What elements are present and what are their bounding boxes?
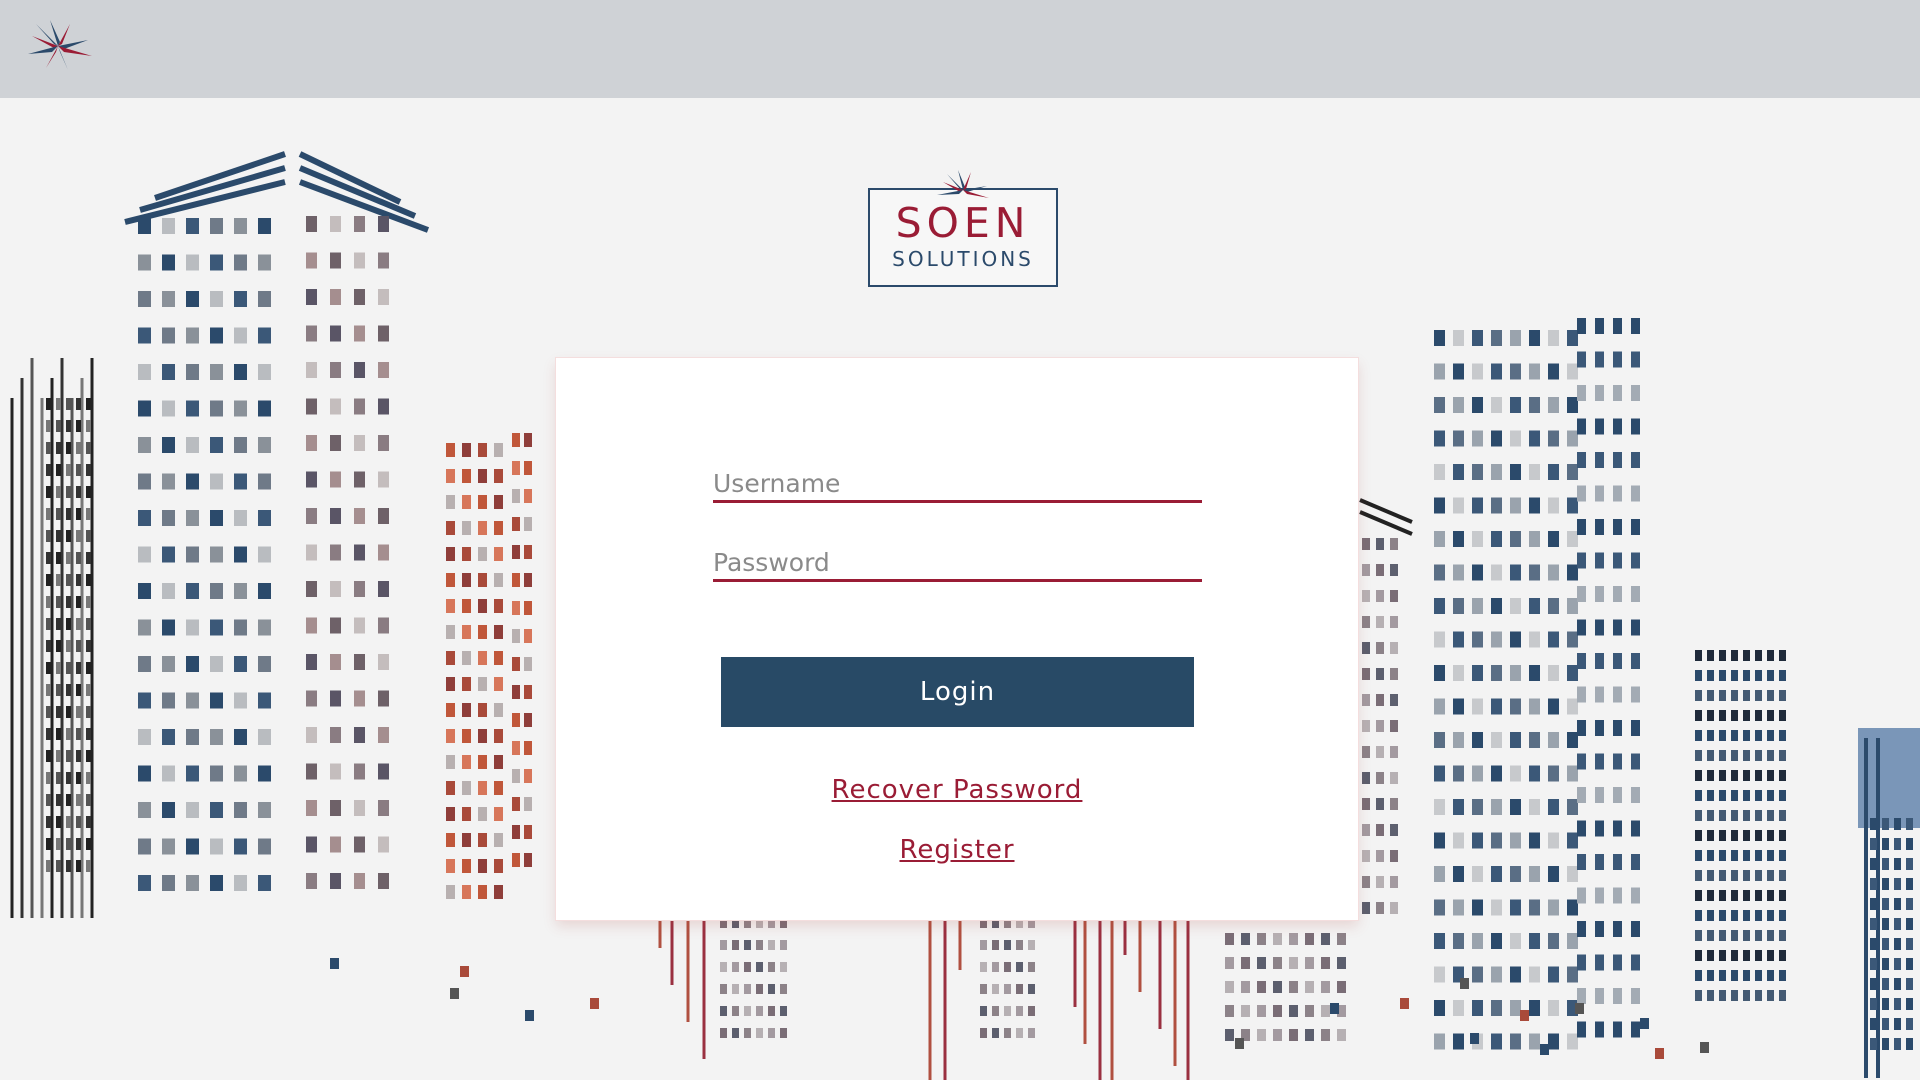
password-field xyxy=(713,536,1202,582)
register-link[interactable]: Register xyxy=(556,835,1358,865)
soen-burst-logo-icon[interactable] xyxy=(22,16,98,74)
top-bar xyxy=(0,0,1920,98)
brand-subtitle: SOLUTIONS xyxy=(892,247,1034,271)
username-field xyxy=(713,457,1202,503)
recover-password-link[interactable]: Recover Password xyxy=(556,775,1358,805)
soen-solutions-logo: SOEN SOLUTIONS xyxy=(866,168,1060,288)
password-input[interactable] xyxy=(713,536,1202,579)
username-input[interactable] xyxy=(713,457,1202,500)
login-button[interactable]: Login xyxy=(721,657,1194,727)
brand-name: SOEN xyxy=(895,199,1031,247)
